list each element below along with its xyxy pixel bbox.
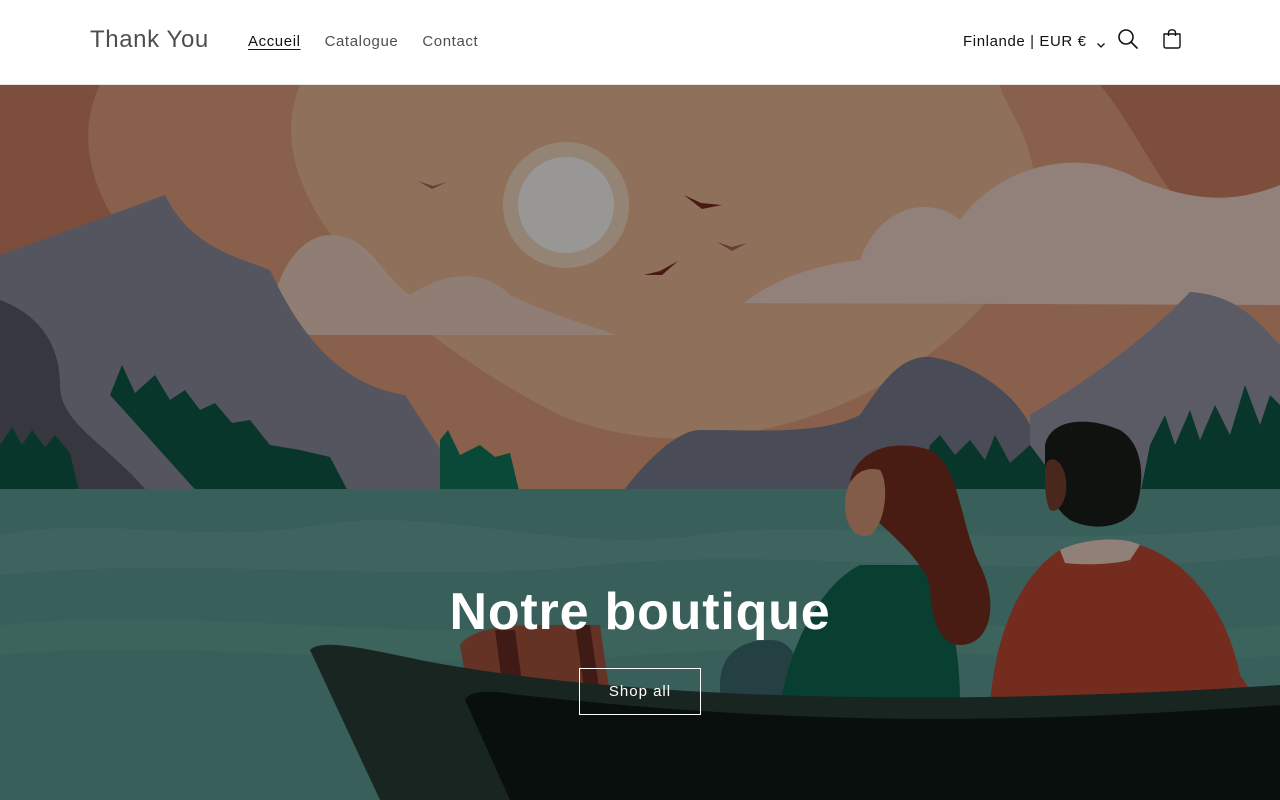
site-header: Thank You Accueil Catalogue Contact Finl… [0,0,1280,85]
nav-item-catalogue[interactable]: Catalogue [325,33,399,51]
hero-title: Notre boutique [449,583,831,641]
nav-item-accueil[interactable]: Accueil [248,33,301,51]
chevron-down-icon [1096,37,1106,48]
main-nav: Accueil Catalogue Contact [248,33,478,51]
search-icon [1117,28,1139,55]
cart-icon [1161,28,1183,55]
nav-item-contact[interactable]: Contact [422,33,478,51]
shop-all-button[interactable]: Shop all [579,668,701,715]
hero-content: Notre boutique Shop all [0,85,1280,800]
country-currency-selector[interactable]: Finlande | EUR € [963,33,1106,50]
country-currency-label: Finlande | EUR € [963,33,1087,50]
logo[interactable]: Thank You [90,26,209,54]
hero-banner: Notre boutique Shop all [0,85,1280,800]
cart-button[interactable] [1152,21,1192,61]
search-button[interactable] [1108,21,1148,61]
